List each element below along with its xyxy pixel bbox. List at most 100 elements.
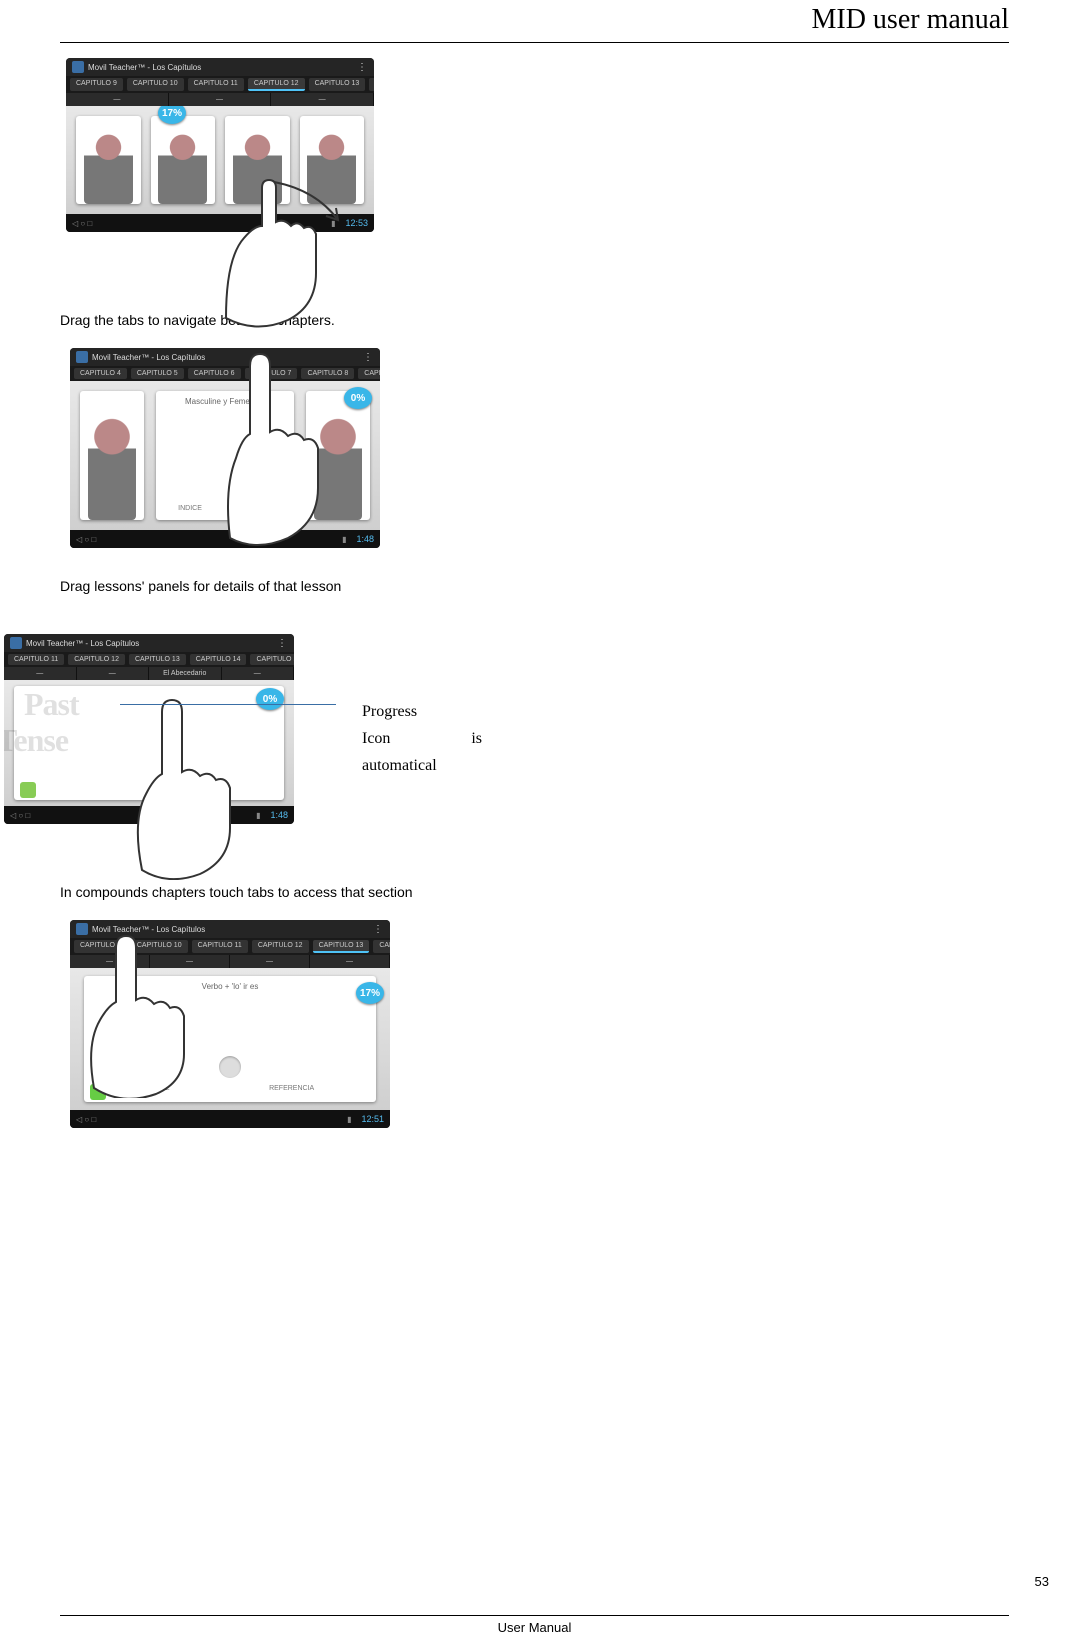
chapter-tabs[interactable]: CAPITULO 9 CAPITULO 10 CAPITULO 11 CAPIT… xyxy=(70,938,390,955)
callout-line: Icon xyxy=(362,725,390,752)
tab-chapter[interactable]: CAPITULO 6 xyxy=(188,368,241,379)
tab-chapter[interactable]: CAPITULO 7 xyxy=(245,368,298,379)
tab-chapter[interactable]: CAPITULO 14 xyxy=(373,940,390,953)
lesson-card[interactable] xyxy=(306,391,370,520)
header-rule xyxy=(60,42,1009,43)
section-tab[interactable]: — xyxy=(222,667,295,680)
section-tab[interactable]: El Abecedario xyxy=(149,667,222,680)
tab-chapter[interactable]: CAPITULO 9 xyxy=(358,368,380,379)
tab-chapter[interactable]: CAPITULO 11 xyxy=(8,654,64,665)
figure-4: Movil Teacher™ - Los Capítulos ⋮ CAPITUL… xyxy=(70,920,1009,1128)
tab-chapter[interactable]: CAPITULO 13 xyxy=(313,940,370,953)
footer-label: User Manual xyxy=(60,1620,1009,1635)
panel-button-referencia[interactable]: REFERENCIA xyxy=(227,505,272,512)
chapter-tabs[interactable]: CAPITULO 4 CAPITULO 5 CAPITULO 6 CAPITUL… xyxy=(70,366,380,381)
panel-title: Verbo + 'lo' ir es xyxy=(92,982,368,991)
app-title: Movil Teacher™ - Los Capítulos xyxy=(88,63,201,72)
caption-2: Drag lessons' panels for details of that… xyxy=(60,578,1009,594)
panel-button-indice[interactable]: INDICE xyxy=(178,505,202,512)
tab-chapter[interactable]: CAPITULO 12 xyxy=(68,654,125,665)
progress-badge: 17% xyxy=(356,982,384,1004)
tab-chapter[interactable]: CAPITULO 14 xyxy=(369,78,374,91)
callout-progress-icon: Progress Icon is automatical xyxy=(362,698,482,780)
tab-chapter[interactable]: CAPITULO 12 xyxy=(248,78,305,91)
callout-line: automatical xyxy=(362,752,482,779)
app-title: Movil Teacher™ - Los Capítulos xyxy=(92,353,205,362)
battery-icon: ▮ xyxy=(331,219,335,228)
lesson-card[interactable] xyxy=(151,116,216,204)
tab-chapter[interactable]: CAPITULO 11 xyxy=(188,78,244,91)
section-tab[interactable]: — xyxy=(66,93,169,106)
progress-badge: 0% xyxy=(256,688,284,710)
chapter-tabs[interactable]: CAPITULO 9 CAPITULO 10 CAPITULO 11 CAPIT… xyxy=(66,76,374,93)
section-tab[interactable]: — xyxy=(150,955,230,968)
android-nav-icons[interactable]: ◁ ○ □ xyxy=(76,1115,96,1124)
section-tab[interactable]: — xyxy=(169,93,272,106)
doc-header-title: MID user manual xyxy=(811,4,1009,36)
section-tab[interactable]: — xyxy=(230,955,310,968)
lesson-card[interactable] xyxy=(300,116,365,204)
tab-chapter[interactable]: CAPITULO 13 xyxy=(129,654,186,665)
page-number: 53 xyxy=(1035,1574,1049,1589)
tab-chapter[interactable]: CAPITULO 14 xyxy=(190,654,247,665)
overflow-menu-icon[interactable]: ⋮ xyxy=(373,924,384,935)
bookmark-icon[interactable] xyxy=(20,782,36,798)
section-tab[interactable]: — xyxy=(77,667,150,680)
lesson-detail-panel[interactable]: Masculine y Femenino INDICE REFERENCIA xyxy=(156,391,294,520)
tab-chapter[interactable]: CAPITULO 15 xyxy=(250,654,294,665)
bookmark-icon[interactable] xyxy=(90,1084,106,1100)
figure-1: Movil Teacher™ - Los Capítulos ⋮ CAPITUL… xyxy=(66,58,1009,232)
lesson-detail-panel[interactable]: Verbo + 'lo' ir es INDICE REFERENCIA xyxy=(84,976,376,1102)
panel-title: Masculine y Femenino xyxy=(164,397,286,406)
app-logo-icon xyxy=(76,351,88,363)
chapter-tabs[interactable]: CAPITULO 11 CAPITULO 12 CAPITULO 13 CAPI… xyxy=(4,652,294,667)
android-nav-icons[interactable]: ◁ ○ □ xyxy=(72,219,92,228)
lesson-card[interactable] xyxy=(76,116,141,204)
section-tab[interactable]: — xyxy=(271,93,374,106)
tab-chapter[interactable]: CAPITULO 10 xyxy=(127,78,184,91)
app-logo-icon xyxy=(76,923,88,935)
figure-3: Movil Teacher™ - Los Capítulos ⋮ CAPITUL… xyxy=(4,634,294,824)
tab-chapter[interactable]: CAPITULO 11 xyxy=(192,940,248,953)
tab-chapter[interactable]: CAPITULO 10 xyxy=(131,940,188,953)
overflow-menu-icon[interactable]: ⋮ xyxy=(363,352,374,363)
callout-line: is xyxy=(471,725,482,752)
section-tab[interactable]: — xyxy=(310,955,390,968)
tab-chapter[interactable]: CAPITULO 9 xyxy=(70,78,123,91)
progress-badge: 0% xyxy=(344,387,372,409)
battery-icon: ▮ xyxy=(256,811,260,820)
tab-chapter[interactable]: CAPITULO 4 xyxy=(74,368,127,379)
overflow-menu-icon[interactable]: ⋮ xyxy=(277,638,288,649)
figure-2: Movil Teacher™ - Los Capítulos ⋮ CAPITUL… xyxy=(70,348,1009,548)
caption-3: In compounds chapters touch tabs to acce… xyxy=(60,884,1009,900)
tab-chapter[interactable]: CAPITULO 5 xyxy=(131,368,184,379)
caption-1: Drag the tabs to navigate between chapte… xyxy=(60,312,1009,328)
callout-line: Progress xyxy=(362,698,482,725)
clock: 1:48 xyxy=(356,534,374,544)
section-tab[interactable]: — xyxy=(4,667,77,680)
app-logo-icon xyxy=(10,637,22,649)
battery-icon: ▮ xyxy=(347,1115,351,1124)
lesson-card[interactable] xyxy=(80,391,144,520)
clock: 12:53 xyxy=(345,218,368,228)
app-title: Movil Teacher™ - Los Capítulos xyxy=(26,639,139,648)
panel-button-referencia[interactable]: REFERENCIA xyxy=(269,1085,314,1092)
app-logo-icon xyxy=(72,61,84,73)
callout-leader-line xyxy=(120,704,336,705)
tab-chapter[interactable]: CAPITULO 13 xyxy=(309,78,366,91)
play-icon[interactable] xyxy=(219,1056,241,1078)
android-nav-icons[interactable]: ◁ ○ □ xyxy=(76,535,96,544)
battery-icon: ▮ xyxy=(342,535,346,544)
tab-chapter[interactable]: CAPITULO 9 xyxy=(74,940,127,953)
footer-rule xyxy=(60,1615,1009,1616)
tab-chapter[interactable]: CAPITULO 8 xyxy=(301,368,354,379)
lesson-card[interactable] xyxy=(225,116,290,204)
tab-chapter[interactable]: CAPITULO 12 xyxy=(252,940,309,953)
clock: 12:51 xyxy=(361,1114,384,1124)
clock: 1:48 xyxy=(270,810,288,820)
overflow-menu-icon[interactable]: ⋮ xyxy=(357,62,368,73)
android-nav-icons[interactable]: ◁ ○ □ xyxy=(10,811,30,820)
panel-button-indice[interactable]: INDICE xyxy=(146,1085,170,1092)
app-title: Movil Teacher™ - Los Capítulos xyxy=(92,925,205,934)
section-tab[interactable]: — xyxy=(70,955,150,968)
